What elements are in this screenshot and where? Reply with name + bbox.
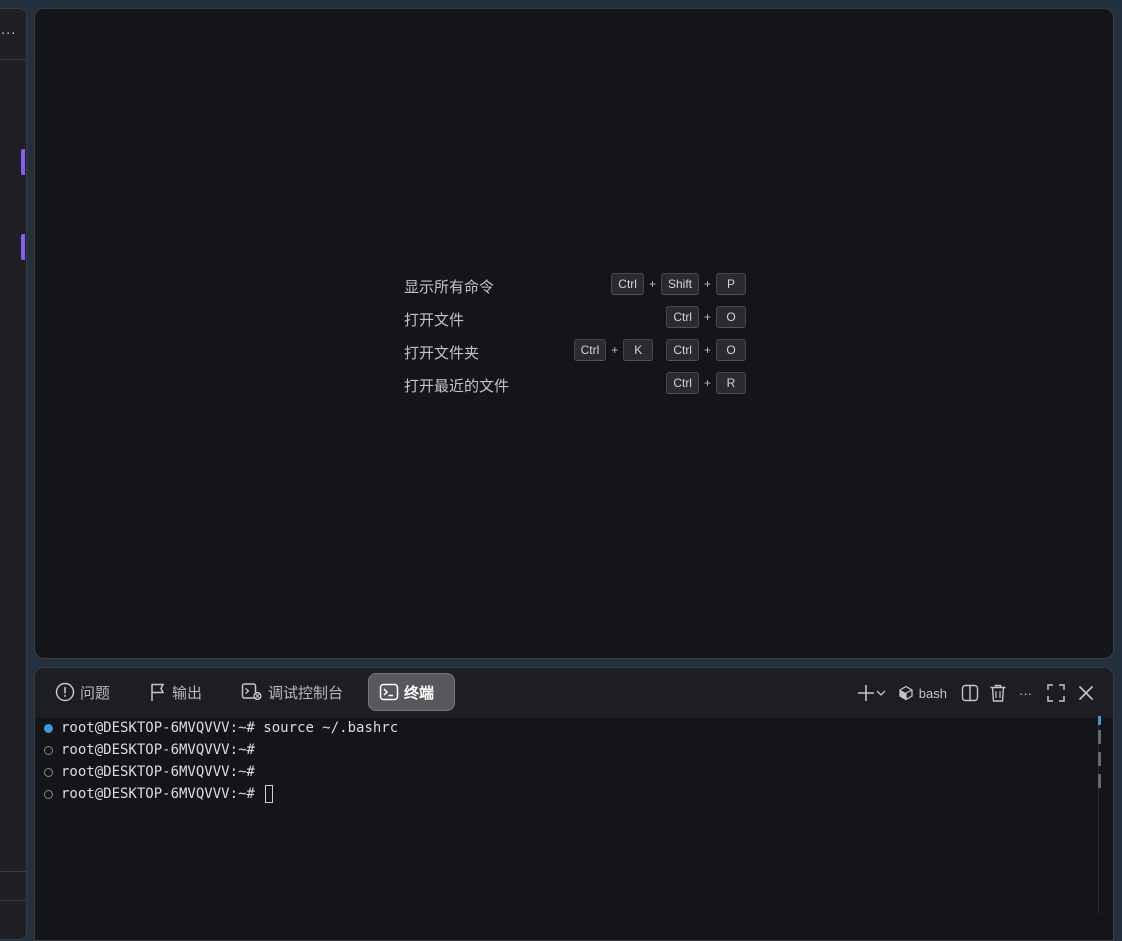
bottom-panel: 问题 输出 调试控制台 终端 bash ··· root@DESKTOP-6MV… — [34, 667, 1114, 941]
side-bar-divider — [0, 900, 26, 901]
command-decoration-icon[interactable] — [44, 789, 53, 799]
new-terminal-button[interactable] — [856, 683, 886, 703]
terminal-scrollbar[interactable] — [1098, 716, 1099, 914]
tab-output[interactable]: 输出 — [139, 673, 212, 711]
shortcut-row-open-folder: 打开文件夹 Ctrl + K Ctrl + O — [404, 339, 746, 372]
shortcut-row-open-file: 打开文件 Ctrl + O — [404, 306, 746, 339]
tab-problems[interactable]: 问题 — [45, 673, 120, 711]
panel-actions: bash ··· — [846, 680, 1095, 706]
maximize-icon — [1047, 684, 1065, 702]
tab-label: 问题 — [80, 683, 111, 702]
side-bar: ... — [0, 8, 27, 940]
side-bar-divider — [0, 59, 26, 60]
shortcut-keys: Ctrl + Shift + P — [611, 273, 746, 295]
shortcut-label: 打开文件夹 — [404, 344, 480, 362]
key-shift: Shift — [660, 273, 699, 295]
key-ctrl: Ctrl — [666, 339, 699, 361]
more-actions-icon[interactable]: ... — [1, 23, 16, 38]
terminal-line: root@DESKTOP-6MVQVVV:~# — [44, 784, 274, 804]
split-terminal-button[interactable] — [961, 684, 979, 702]
key-p: P — [716, 273, 746, 295]
command-success-icon[interactable] — [44, 723, 53, 733]
terminal-icon — [379, 683, 399, 701]
shortcut-label: 打开文件 — [404, 311, 465, 329]
split-icon — [961, 684, 979, 702]
flag-icon — [151, 683, 165, 701]
scrollbar-marker — [1098, 730, 1101, 744]
shortcut-keys: Ctrl + K Ctrl + O — [573, 339, 746, 361]
side-bar-active-marker[interactable] — [21, 149, 25, 175]
scrollbar-marker — [1098, 752, 1101, 766]
debug-console-icon — [241, 683, 262, 701]
tab-label: 调试控制台 — [268, 683, 344, 702]
terminal-command — [255, 786, 263, 802]
shortcut-row-show-all-commands: 显示所有命令 Ctrl + Shift + P — [404, 273, 746, 306]
terminal-command: source ~/.bashrc — [254, 720, 399, 736]
command-decoration-icon[interactable] — [44, 745, 53, 755]
terminal-cursor — [265, 785, 274, 803]
key-ctrl: Ctrl — [666, 372, 699, 394]
side-bar-active-marker[interactable] — [21, 234, 25, 260]
maximize-panel-button[interactable] — [1046, 683, 1066, 703]
close-icon — [1078, 685, 1094, 701]
scrollbar-marker — [1098, 716, 1101, 725]
more-actions-button[interactable]: ··· — [1019, 686, 1032, 701]
terminal-prompt: root@DESKTOP-6MVQVVV:~# — [61, 764, 255, 780]
side-bar-divider — [0, 871, 26, 872]
terminal-line: root@DESKTOP-6MVQVVV:~# — [44, 762, 255, 782]
terminal-instance-button[interactable]: bash — [898, 685, 947, 701]
shell-name: bash — [918, 685, 947, 701]
kill-terminal-button[interactable] — [989, 683, 1007, 703]
key-ctrl: Ctrl — [573, 339, 607, 361]
terminal-prompt: root@DESKTOP-6MVQVVV:~# — [61, 742, 255, 758]
shortcut-label: 显示所有命令 — [404, 278, 495, 296]
tab-terminal[interactable]: 终端 — [368, 673, 455, 711]
terminal-prompt: root@DESKTOP-6MVQVVV:~# — [61, 720, 255, 736]
chevron-down-icon — [876, 690, 886, 696]
shortcut-keys: Ctrl + R — [666, 372, 746, 394]
key-ctrl: Ctrl — [611, 273, 644, 295]
tab-debug-console[interactable]: 调试控制台 — [231, 673, 353, 711]
shell-cube-icon — [899, 685, 913, 701]
scrollbar-marker — [1098, 774, 1101, 788]
shortcut-label: 打开最近的文件 — [404, 377, 510, 395]
key-k: K — [623, 339, 654, 361]
panel-tab-bar: 问题 输出 调试控制台 终端 bash ··· — [35, 668, 1113, 718]
key-o: O — [716, 306, 746, 328]
terminal-line: root@DESKTOP-6MVQVVV:~# source ~/.bashrc — [44, 718, 398, 738]
plus-icon — [857, 685, 874, 701]
close-panel-button[interactable] — [1077, 684, 1095, 702]
key-ctrl: Ctrl — [666, 306, 699, 328]
key-r: R — [716, 372, 746, 394]
warning-circle-icon — [55, 682, 75, 702]
terminal-view[interactable]: root@DESKTOP-6MVQVVV:~# source ~/.bashrc… — [35, 716, 1113, 940]
tab-label: 终端 — [404, 683, 435, 702]
terminal-prompt: root@DESKTOP-6MVQVVV:~# — [61, 786, 255, 802]
editor-area[interactable]: 显示所有命令 Ctrl + Shift + P 打开文件 Ctrl + O 打开… — [34, 8, 1114, 659]
tab-label: 输出 — [172, 683, 203, 702]
terminal-line: root@DESKTOP-6MVQVVV:~# — [44, 740, 255, 760]
shortcut-keys: Ctrl + O — [666, 306, 746, 328]
command-decoration-icon[interactable] — [44, 767, 53, 777]
shortcut-watermark: 显示所有命令 Ctrl + Shift + P 打开文件 Ctrl + O 打开… — [404, 273, 746, 405]
shortcut-row-open-recent: 打开最近的文件 Ctrl + R — [404, 372, 746, 405]
trash-icon — [990, 684, 1006, 702]
key-o: O — [716, 339, 746, 361]
